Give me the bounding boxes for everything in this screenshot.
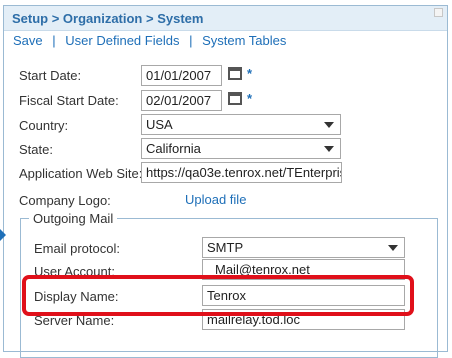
highlight-box <box>22 275 414 316</box>
company-logo-label: Company Logo: <box>19 193 111 208</box>
required-marker: * <box>247 66 253 81</box>
upload-file-link[interactable]: Upload file <box>185 192 246 207</box>
chevron-down-icon <box>324 122 334 128</box>
calendar-icon[interactable] <box>228 92 242 105</box>
web-site-label: Application Web Site: <box>19 166 143 181</box>
web-site-input[interactable]: https://qa03e.tenrox.net/TEnterprise <box>141 162 342 183</box>
state-value: California <box>146 141 201 156</box>
user-defined-fields-link[interactable]: User Defined Fields <box>65 33 179 48</box>
chevron-down-icon <box>388 245 398 251</box>
fiscal-start-date-input[interactable]: 02/01/2007 <box>141 90 222 111</box>
country-value: USA <box>146 117 173 132</box>
system-tables-link[interactable]: System Tables <box>202 33 286 48</box>
email-protocol-label: Email protocol: <box>34 241 120 256</box>
state-select[interactable]: California <box>141 138 341 159</box>
country-select[interactable]: USA <box>141 114 341 135</box>
expand-arrow-icon[interactable] <box>0 229 6 241</box>
breadcrumb: Setup > Organization > System <box>12 11 204 26</box>
separator: | <box>189 33 193 48</box>
calendar-icon[interactable] <box>228 67 242 80</box>
country-label: Country: <box>19 118 69 133</box>
panel-header: Setup > Organization > System <box>4 6 447 31</box>
email-protocol-select[interactable]: SMTP <box>202 237 405 258</box>
start-date-input[interactable]: 01/01/2007 <box>141 65 222 86</box>
save-link[interactable]: Save <box>13 33 43 48</box>
start-date-label: Start Date: <box>19 68 82 83</box>
action-links: Save | User Defined Fields | System Tabl… <box>13 33 286 48</box>
separator: | <box>52 33 56 48</box>
fiscal-start-date-label: Fiscal Start Date: <box>19 93 119 108</box>
chevron-down-icon <box>324 146 334 152</box>
required-marker: * <box>247 91 253 106</box>
outgoing-mail-legend: Outgoing Mail <box>29 211 118 226</box>
state-label: State: <box>19 142 53 157</box>
email-protocol-value: SMTP <box>207 240 244 255</box>
scrollbar[interactable] <box>434 8 443 17</box>
